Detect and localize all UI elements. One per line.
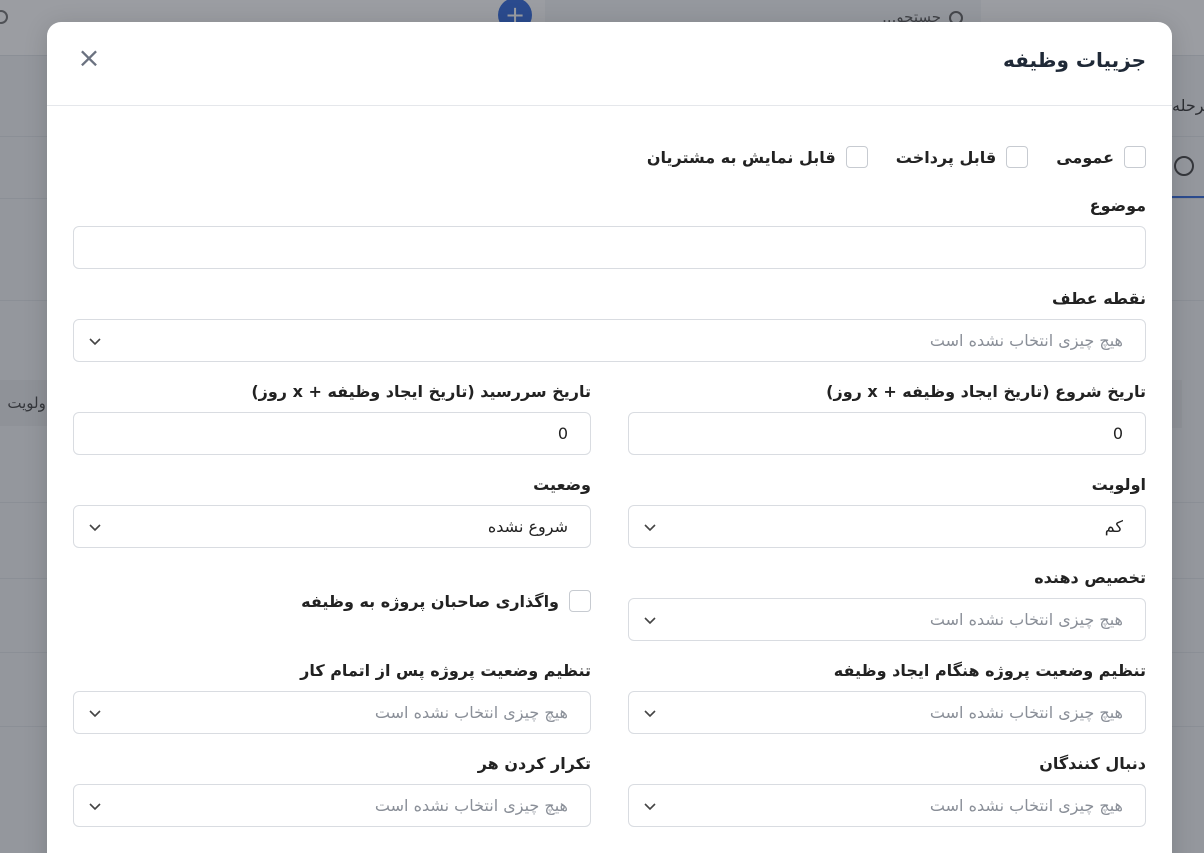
- subject-input[interactable]: [73, 226, 1146, 269]
- modal-title: جزییات وظیفه: [1002, 48, 1146, 72]
- priority-value: کم: [1104, 517, 1123, 536]
- chevron-down-icon: [643, 613, 657, 627]
- priority-label: اولویت: [1091, 475, 1146, 494]
- chevron-down-icon: [643, 706, 657, 720]
- due-date-input[interactable]: 0: [73, 412, 591, 455]
- billable-label: قابل پرداخت: [895, 147, 997, 167]
- start-date-value: 0: [1112, 424, 1123, 443]
- checkbox-box[interactable]: [1006, 146, 1029, 168]
- close-icon[interactable]: ×: [77, 44, 101, 72]
- chevron-down-icon: [643, 799, 657, 813]
- task-details-modal: جزییات وظیفه × عمومی قابل پرداخت قابل نم…: [47, 22, 1172, 853]
- assignees-label: تخصیص دهنده: [1034, 568, 1146, 587]
- checkbox-box[interactable]: [1124, 146, 1146, 168]
- chevron-down-icon: [88, 520, 102, 534]
- milestone-label: نقطه عطف: [1052, 289, 1146, 308]
- subject-label: موضوع: [1089, 196, 1146, 215]
- options-checkboxes: عمومی قابل پرداخت قابل نمایش به مشتریان: [647, 146, 1146, 168]
- public-label: عمومی: [1056, 147, 1114, 167]
- assignees-placeholder: هیچ چیزی انتخاب نشده است: [929, 610, 1123, 629]
- followers-select[interactable]: هیچ چیزی انتخاب نشده است: [628, 784, 1146, 827]
- project-status-on-complete-select[interactable]: هیچ چیزی انتخاب نشده است: [73, 691, 591, 734]
- repeat-every-label: تکرار کردن هر: [477, 754, 591, 773]
- visible-to-customers-label: قابل نمایش به مشتریان: [646, 147, 836, 167]
- billable-checkbox[interactable]: قابل پرداخت: [895, 146, 1029, 168]
- start-date-label: تاریخ شروع (تاریخ ایجاد وظیفه + x روز): [826, 382, 1146, 401]
- checkbox-box[interactable]: [845, 146, 868, 168]
- status-value: شروع نشده: [487, 517, 568, 536]
- priority-select[interactable]: کم: [628, 505, 1146, 548]
- followers-label: دنبال کنندگان: [1039, 754, 1146, 773]
- start-date-input[interactable]: 0: [628, 412, 1146, 455]
- chevron-down-icon: [88, 334, 102, 348]
- due-date-value: 0: [557, 424, 568, 443]
- status-select[interactable]: شروع نشده: [73, 505, 591, 548]
- chevron-down-icon: [88, 799, 102, 813]
- assign-project-owners-checkbox[interactable]: واگذاری صاحبان پروژه به وظیفه: [301, 590, 591, 612]
- chevron-down-icon: [88, 706, 102, 720]
- assignees-select[interactable]: هیچ چیزی انتخاب نشده است: [628, 598, 1146, 641]
- repeat-every-select[interactable]: هیچ چیزی انتخاب نشده است: [73, 784, 591, 827]
- project-status-on-complete-label: تنظیم وضعیت پروژه پس از اتمام کار: [300, 661, 591, 680]
- milestone-placeholder: هیچ چیزی انتخاب نشده است: [929, 331, 1123, 350]
- status-label: وضعیت: [533, 475, 591, 494]
- project-status-on-create-select[interactable]: هیچ چیزی انتخاب نشده است: [628, 691, 1146, 734]
- milestone-select[interactable]: هیچ چیزی انتخاب نشده است: [73, 319, 1146, 362]
- checkbox-box[interactable]: [569, 590, 591, 612]
- due-date-label: تاریخ سررسید (تاریخ ایجاد وظیفه + x روز): [251, 382, 591, 401]
- followers-placeholder: هیچ چیزی انتخاب نشده است: [929, 796, 1123, 815]
- project-status-on-create-label: تنظیم وضعیت پروژه هنگام ایجاد وظیفه: [833, 661, 1146, 680]
- repeat-every-placeholder: هیچ چیزی انتخاب نشده است: [374, 796, 568, 815]
- visible-to-customers-checkbox[interactable]: قابل نمایش به مشتریان: [647, 146, 868, 168]
- project-status-on-complete-placeholder: هیچ چیزی انتخاب نشده است: [374, 703, 568, 722]
- public-checkbox[interactable]: عمومی: [1056, 146, 1146, 168]
- assign-project-owners-label: واگذاری صاحبان پروژه به وظیفه: [301, 591, 559, 611]
- modal-header: جزییات وظیفه ×: [47, 22, 1172, 106]
- project-status-on-create-placeholder: هیچ چیزی انتخاب نشده است: [929, 703, 1123, 722]
- chevron-down-icon: [643, 520, 657, 534]
